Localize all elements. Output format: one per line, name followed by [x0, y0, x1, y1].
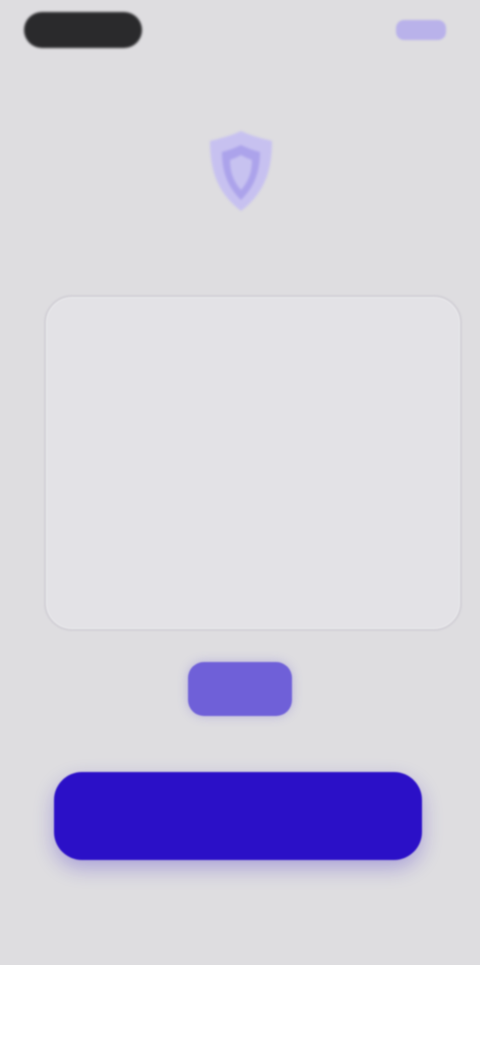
shield-icon	[202, 125, 280, 217]
top-right-action[interactable]	[396, 20, 446, 40]
bottom-area	[0, 965, 480, 1040]
primary-action-button[interactable]	[54, 772, 422, 860]
small-action-button[interactable]	[188, 662, 292, 716]
page-title	[70, 237, 410, 261]
status-pill	[24, 12, 142, 48]
screen	[0, 0, 480, 965]
content-card	[44, 295, 462, 631]
